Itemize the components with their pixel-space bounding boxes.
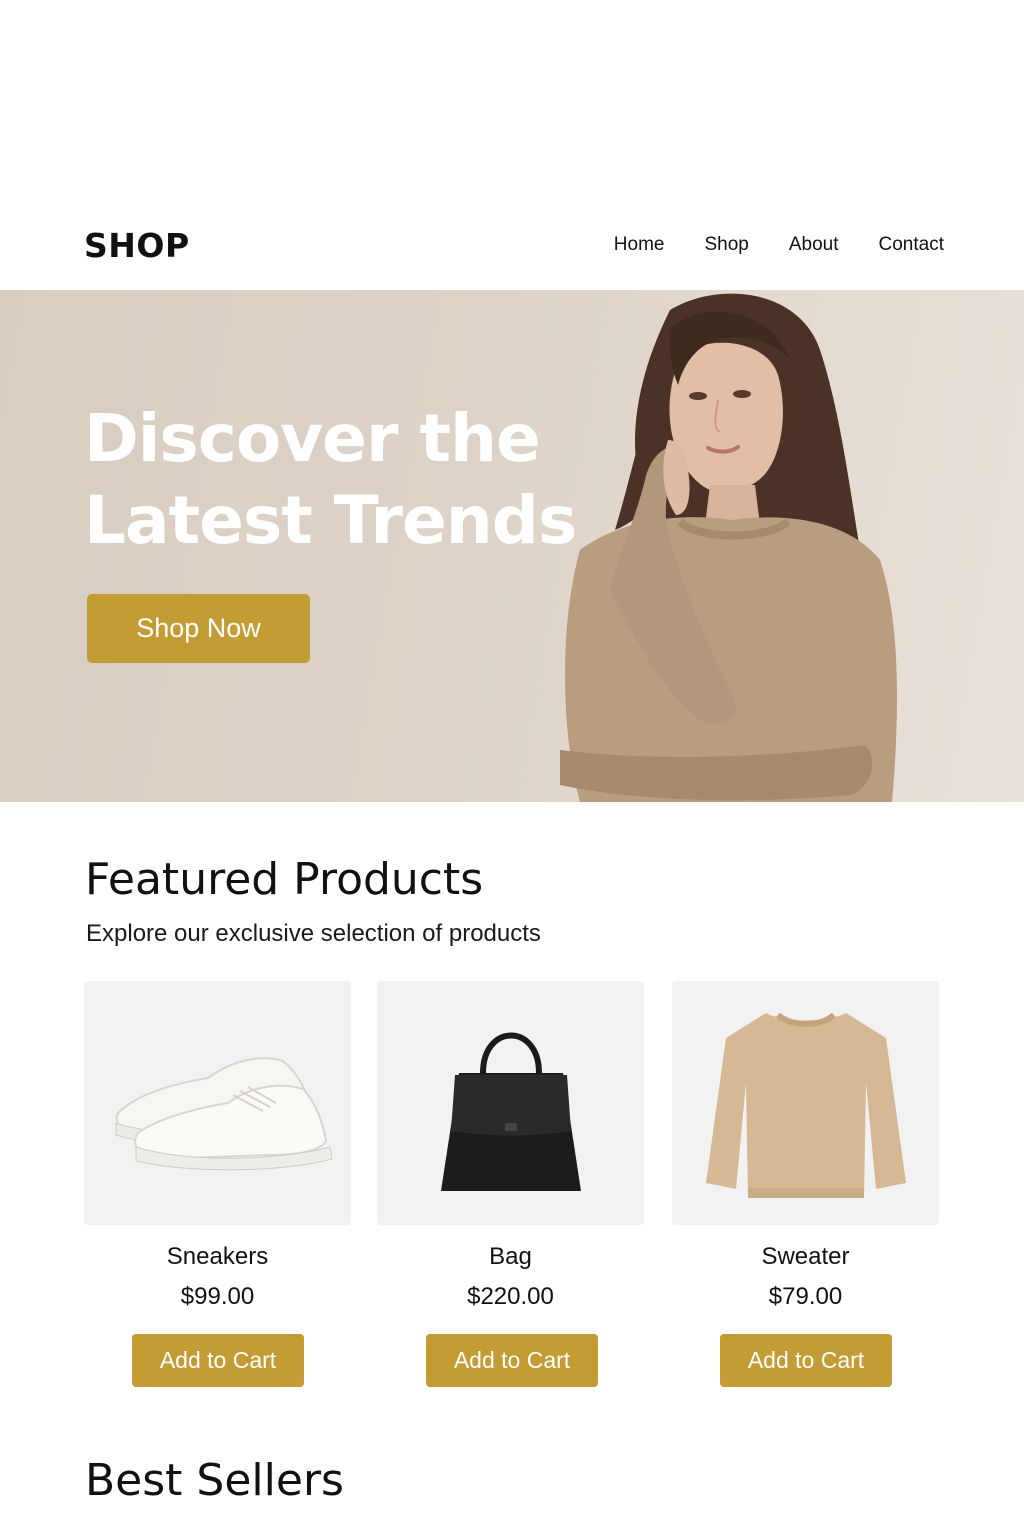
bag-icon xyxy=(440,1032,581,1191)
add-to-cart-button[interactable]: Add to Cart xyxy=(426,1334,598,1387)
nav-contact-link[interactable]: Contact xyxy=(879,234,944,256)
page: SHOP Home Shop About Contact Discover th… xyxy=(0,0,1024,1536)
product-name: Sneakers xyxy=(166,1243,269,1270)
featured-products-subtitle: Explore our exclusive selection of produ… xyxy=(86,920,541,947)
product-name: Bag xyxy=(489,1243,532,1270)
add-to-cart-button[interactable]: Add to Cart xyxy=(132,1334,304,1387)
bag-image[interactable] xyxy=(377,981,644,1225)
product-card-sneakers: Sneakers $99.00 Add to Cart xyxy=(84,981,351,1387)
hero-model-image xyxy=(560,293,897,802)
hero-banner: Discover the Latest Trends Shop Now xyxy=(0,290,1024,802)
product-price: $99.00 xyxy=(180,1283,255,1310)
sweater-image[interactable] xyxy=(672,981,939,1225)
site-logo[interactable]: SHOP xyxy=(84,226,190,265)
sneakers-image[interactable] xyxy=(84,981,351,1225)
product-card-bag: Bag $220.00 Add to Cart xyxy=(377,981,644,1387)
nav-home-link[interactable]: Home xyxy=(614,234,665,256)
shop-now-button[interactable]: Shop Now xyxy=(87,594,310,663)
add-to-cart-button[interactable]: Add to Cart xyxy=(720,1334,892,1387)
sweater-icon xyxy=(705,1012,906,1198)
product-card-sweater: Sweater $79.00 Add to Cart xyxy=(672,981,939,1387)
nav-shop-link[interactable]: Shop xyxy=(704,234,748,256)
product-price: $79.00 xyxy=(768,1283,843,1310)
featured-products-title: Featured Products xyxy=(85,854,484,905)
nav-about-link[interactable]: About xyxy=(789,234,839,256)
product-name: Sweater xyxy=(761,1243,850,1270)
sneakers-icon xyxy=(115,1057,333,1171)
site-header: SHOP Home Shop About Contact xyxy=(0,205,1024,285)
main-nav: Home Shop About Contact xyxy=(614,234,944,256)
product-price: $220.00 xyxy=(467,1283,554,1310)
best-sellers-title: Best Sellers xyxy=(85,1455,344,1506)
